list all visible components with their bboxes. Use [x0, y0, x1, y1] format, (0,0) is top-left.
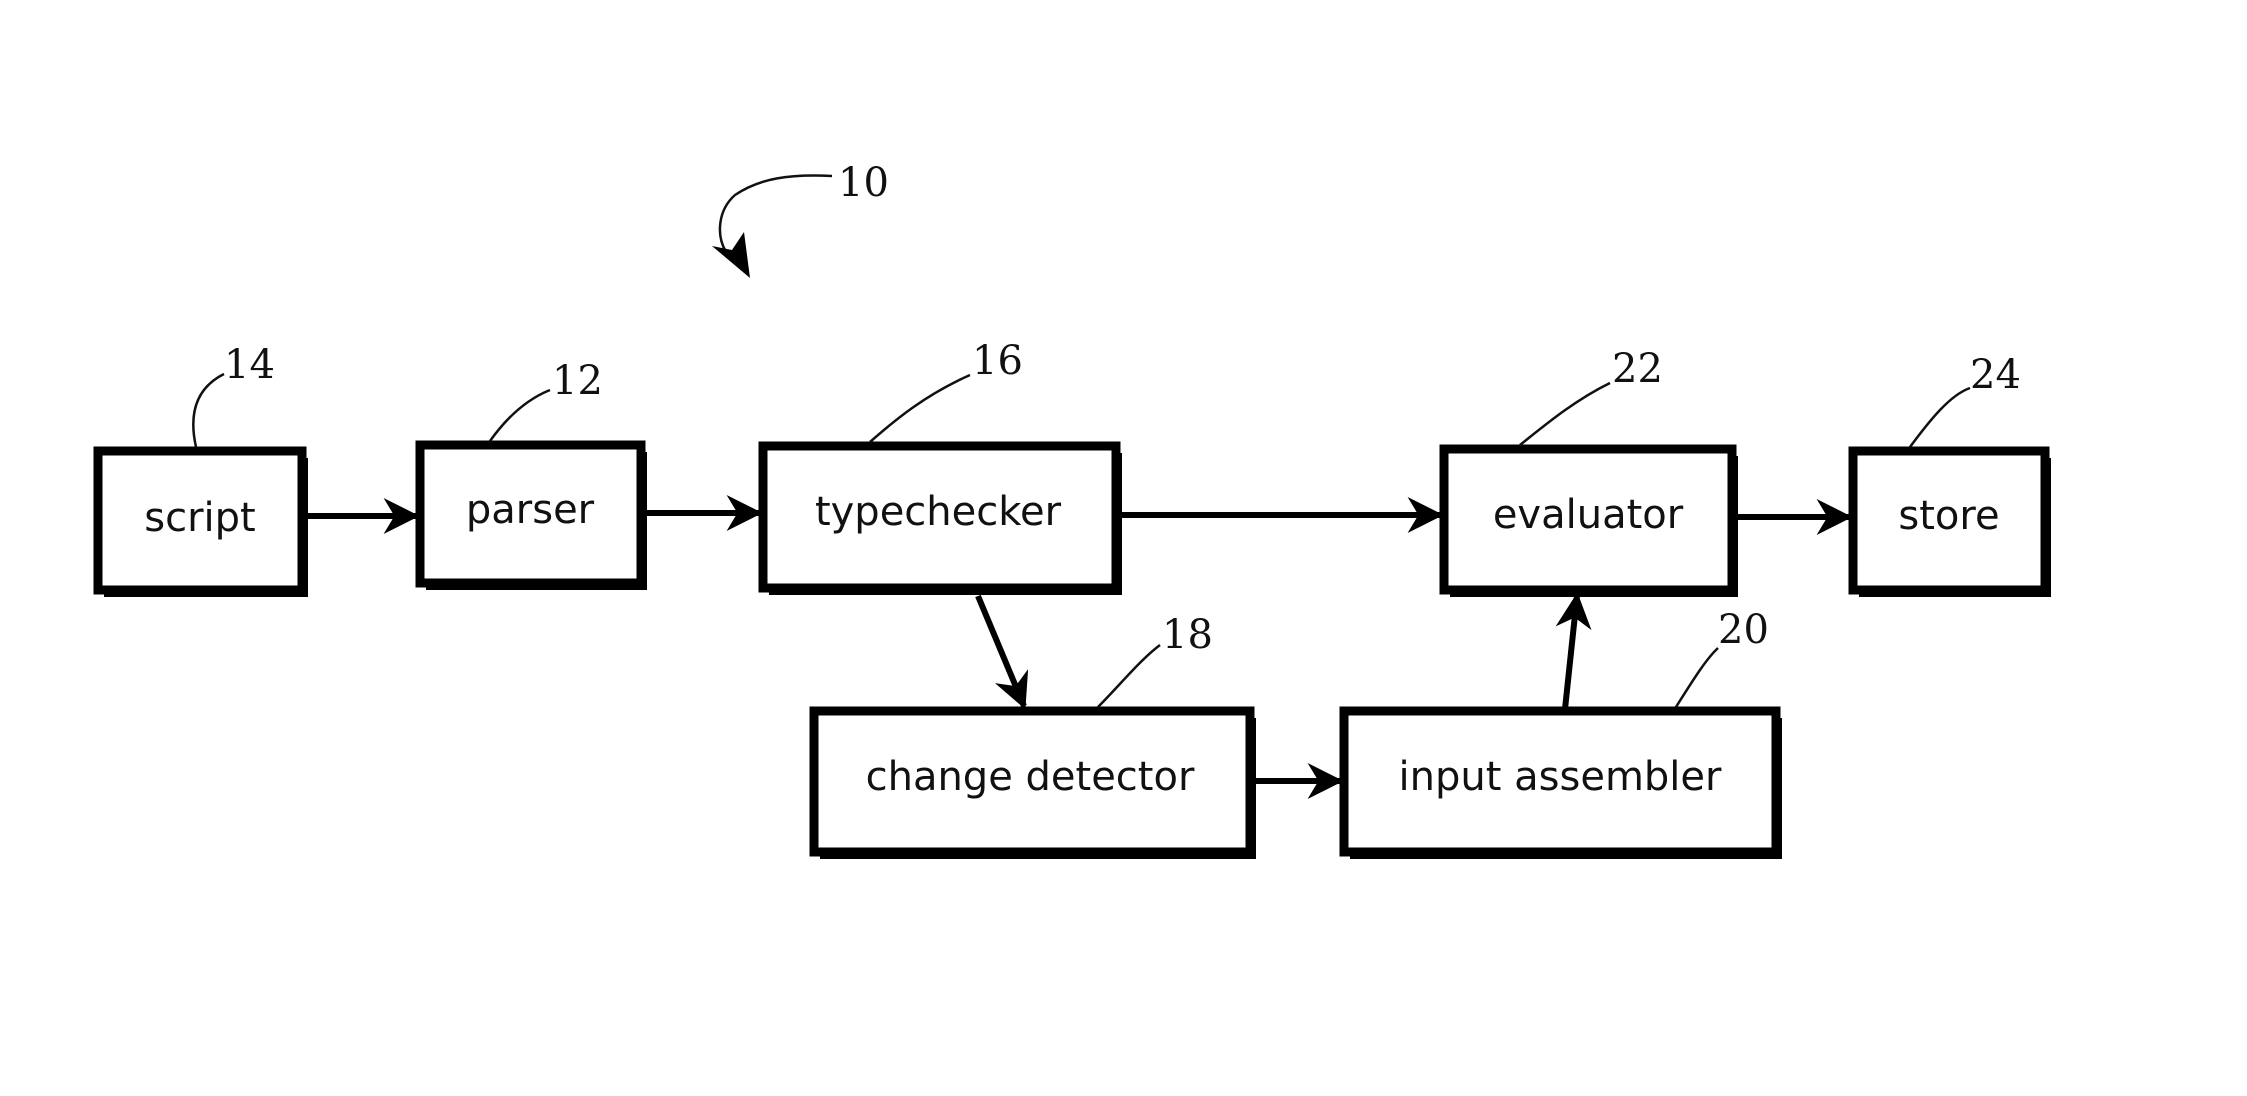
ref-number: 24 [1970, 352, 2021, 398]
node-store: store 24 [1848, 352, 2051, 597]
block-diagram: 10 script 14 parser 12 typechecker 16 ev… [93, 160, 2051, 859]
edge-typechecker-to-change-detector [975, 594, 1029, 710]
figure-reference: 10 [712, 160, 889, 278]
node-label: store [1898, 493, 1999, 539]
node-evaluator: evaluator 22 [1439, 346, 1738, 597]
node-label: script [144, 495, 255, 541]
figure-reference-number: 10 [838, 160, 889, 206]
node-label: input assembler [1399, 754, 1722, 800]
node-label: change detector [866, 754, 1195, 800]
ref-number: 16 [972, 338, 1023, 384]
ref-leader [1674, 647, 1719, 708]
ref-number: 18 [1162, 612, 1213, 658]
edge-input-assembler-to-evaluator [1555, 592, 1592, 710]
ref-number: 22 [1612, 346, 1663, 392]
node-parser: parser 12 [415, 358, 647, 590]
node-label: evaluator [1493, 492, 1684, 538]
ref-leader [1519, 381, 1611, 446]
ref-leader [192, 372, 225, 448]
figure-reference-curve [718, 174, 833, 253]
ref-leader [1908, 386, 1971, 448]
node-typechecker: typechecker 16 [758, 338, 1122, 595]
figure-reference-arrowhead [712, 232, 750, 278]
node-change-detector: change detector 18 [809, 612, 1256, 859]
node-label: typechecker [815, 489, 1062, 535]
ref-leader [1097, 644, 1161, 708]
ref-number: 12 [552, 358, 603, 404]
node-label: parser [466, 487, 595, 533]
ref-leader [869, 373, 971, 443]
ref-number: 20 [1718, 607, 1769, 653]
node-input-assembler: input assembler 20 [1339, 607, 1782, 859]
ref-number: 14 [224, 342, 275, 388]
ref-leader [488, 388, 551, 442]
node-script: script 14 [93, 342, 308, 597]
